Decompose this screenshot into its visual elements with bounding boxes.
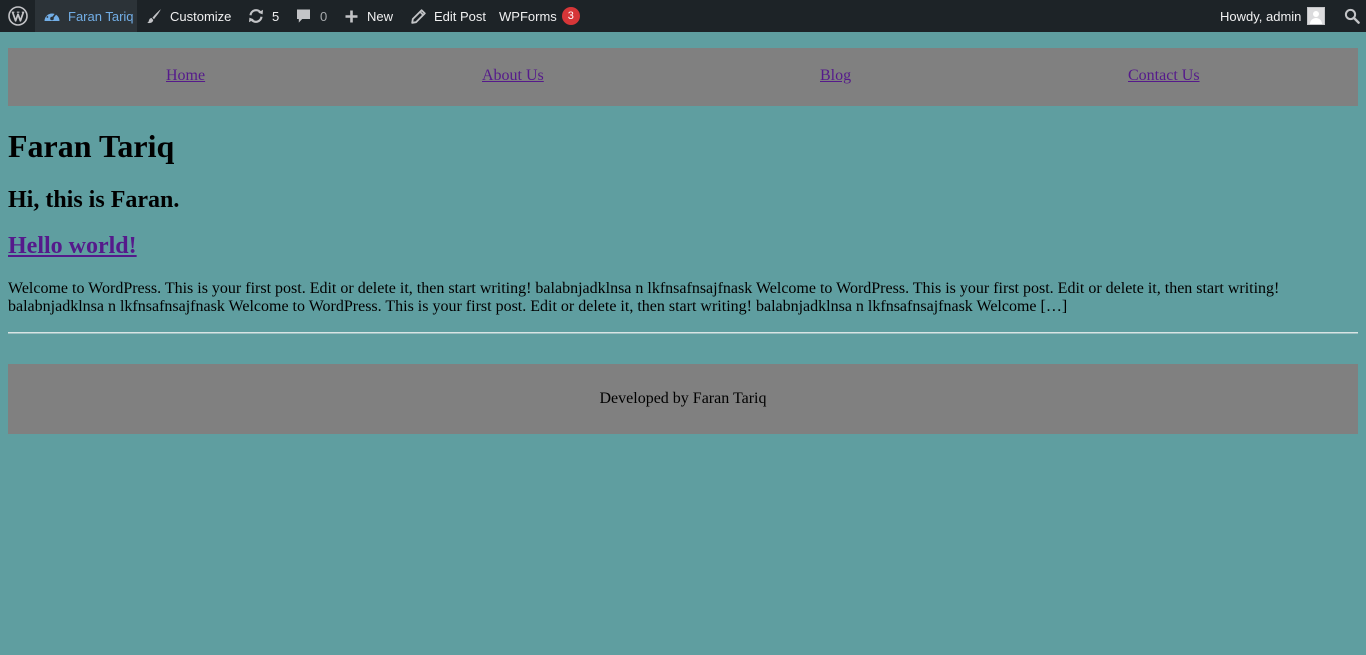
admin-bar-search-button[interactable] xyxy=(1338,0,1366,32)
post-title-link[interactable]: Hello world! xyxy=(8,233,137,259)
site-footer: Developed by Faran Tariq xyxy=(8,364,1358,434)
pencil-icon xyxy=(411,8,426,24)
wpforms-label: WPForms xyxy=(499,8,557,24)
comments-count: 0 xyxy=(320,8,328,24)
my-account-menu[interactable]: Howdy, admin xyxy=(1220,0,1326,32)
admin-bar: Faran Tariq Customize 5 0 New Edit Post … xyxy=(0,0,1366,32)
paintbrush-icon xyxy=(146,8,162,24)
wordpress-logo-icon xyxy=(7,6,28,26)
customize-button[interactable]: Customize xyxy=(146,0,231,32)
post-excerpt: Welcome to WordPress. This is your first… xyxy=(8,280,1280,315)
dashboard-icon xyxy=(43,8,61,24)
updates-count: 5 xyxy=(272,8,280,24)
site-title: Faran Tariq xyxy=(8,128,175,164)
nav-link-home[interactable]: Home xyxy=(166,67,205,85)
comment-icon xyxy=(296,8,311,24)
updates-icon xyxy=(247,8,265,24)
nav-link-blog[interactable]: Blog xyxy=(820,67,851,85)
new-label: New xyxy=(367,8,394,24)
comments-button[interactable]: 0 xyxy=(296,0,327,32)
howdy-label: Howdy, admin xyxy=(1220,8,1302,24)
new-content-button[interactable]: New xyxy=(345,0,393,32)
content-divider xyxy=(8,332,1358,334)
edit-post-label: Edit Post xyxy=(434,8,487,24)
user-avatar xyxy=(1307,7,1326,25)
footer-credit: Developed by Faran Tariq xyxy=(599,390,767,407)
search-icon xyxy=(1344,8,1360,24)
customize-label: Customize xyxy=(170,8,232,24)
wpforms-menu[interactable]: WPForms 3 xyxy=(499,0,580,32)
site-name-menu[interactable]: Faran Tariq xyxy=(35,0,137,32)
post-title: Hello world! xyxy=(8,231,137,261)
plus-icon xyxy=(345,10,358,23)
wpforms-notification-badge: 3 xyxy=(561,7,580,25)
updates-button[interactable]: 5 xyxy=(247,0,279,32)
nav-link-about-us[interactable]: About Us xyxy=(482,67,544,85)
nav-link-contact-us[interactable]: Contact Us xyxy=(1128,67,1200,85)
site-name-label: Faran Tariq xyxy=(68,8,134,24)
edit-post-button[interactable]: Edit Post xyxy=(411,0,486,32)
wordpress-menu[interactable] xyxy=(0,0,35,32)
site-tagline: Hi, this is Faran. xyxy=(8,187,180,213)
main-navigation: Home About Us Blog Contact Us xyxy=(8,48,1358,106)
